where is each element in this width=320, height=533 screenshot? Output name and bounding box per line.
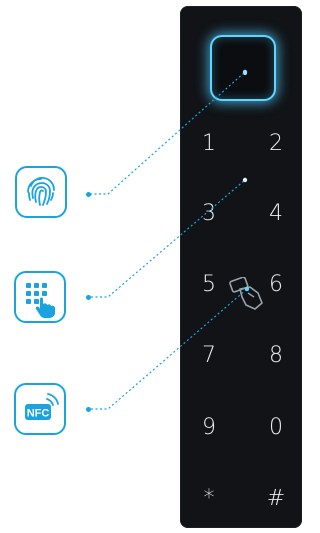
key-star[interactable]: * — [194, 482, 224, 516]
fingerprint-sensor-dot — [243, 71, 247, 75]
fingerprint-sensor[interactable] — [212, 37, 274, 99]
key-4[interactable]: 4 — [261, 197, 291, 231]
key-3[interactable]: 3 — [194, 197, 224, 231]
key-1[interactable]: 1 — [194, 127, 224, 161]
key-7[interactable]: 7 — [194, 339, 224, 373]
nfc-connector-dot — [86, 407, 91, 412]
fingerprint-connector-dot — [86, 192, 91, 197]
keypad-feature-box — [14, 271, 66, 323]
nfc-label: NFC — [27, 408, 50, 420]
key-0[interactable]: 0 — [261, 411, 291, 445]
key-5[interactable]: 5 — [194, 268, 224, 302]
key-8[interactable]: 8 — [261, 339, 291, 373]
key-9[interactable]: 9 — [194, 411, 224, 445]
key-2[interactable]: 2 — [261, 127, 291, 161]
keypad-touch-icon — [26, 283, 55, 318]
fingerprint-feature-box — [15, 166, 67, 218]
keypad-connector-dot — [86, 295, 91, 300]
card-tap-icon — [229, 277, 263, 310]
nfc-icon: NFC — [25, 393, 59, 420]
nfc-feature-box: NFC — [14, 383, 66, 435]
key-hash[interactable]: # — [261, 482, 291, 516]
fingerprint-icon — [27, 176, 55, 206]
